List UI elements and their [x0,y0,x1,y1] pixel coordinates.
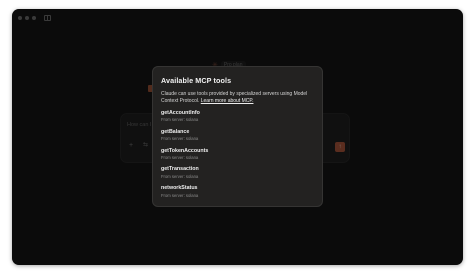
tool-server: From server: solana [161,192,199,198]
mcp-tools-dialog: Available MCP tools Claude can use tools… [152,66,323,207]
learn-more-link[interactable]: Learn more about MCP. [201,98,254,104]
tool-name: networkStatus [161,185,198,192]
list-item: networkStatus From server: solana [161,185,314,198]
tool-name: getTransaction [161,166,199,173]
dialog-title: Available MCP tools [161,76,232,85]
tool-server: From server: solana [161,136,199,142]
list-item: getAccountInfo From server: solana [161,110,314,123]
tool-name: getAccountInfo [161,110,200,116]
list-item: getTokenAccounts From server: solana [161,148,314,161]
tool-server: From server: solana [161,117,199,123]
tool-server: From server: solana [161,173,199,179]
list-item: getTransaction From server: solana [161,166,314,179]
tool-name: getBalance [161,128,190,135]
tool-name: getTokenAccounts [161,147,209,154]
tool-server: From server: solana [161,154,199,160]
tool-list: getAccountInfo From server: solana getBa… [161,110,314,198]
dialog-description: Claude can use tools provided by special… [161,91,314,104]
app-window: ✳ Pro plan How can I help you today? + ⇆… [12,9,463,265]
list-item: getBalance From server: solana [161,129,314,142]
